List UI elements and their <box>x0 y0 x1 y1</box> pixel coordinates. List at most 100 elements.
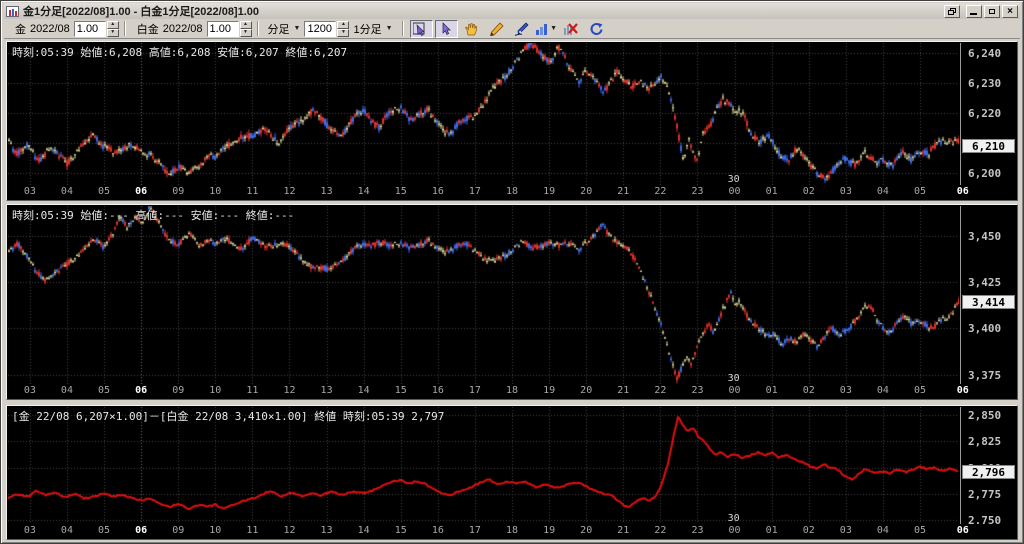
gold-price-axis: 6,2406,2306,2206,2106,2006,210 <box>960 43 1016 185</box>
x-axis-label: 16 <box>431 385 444 396</box>
platinum-price-axis: 3,450 3,425 3,400 3,375 3,414 <box>960 206 1016 384</box>
x-axis-label: 10 <box>209 385 222 396</box>
x-axis-label: 06 <box>135 186 148 197</box>
chart-area: 時刻:05:39 始値:6,208 高値:6,208 安値:6,207 終値:6… <box>4 39 1020 540</box>
chevron-down-icon: ▼ <box>385 25 393 32</box>
x-axis-label: 03 <box>23 525 36 536</box>
app-icon <box>6 5 19 17</box>
toolbar-separator <box>123 21 126 36</box>
pointer-tool-button[interactable] <box>434 19 458 38</box>
x-axis-label: 23 <box>691 186 704 197</box>
x-axis-label: 13 <box>320 385 333 396</box>
x-axis-label: 21 <box>617 385 630 396</box>
minimize-icon <box>970 12 977 15</box>
spread-chart-canvas[interactable] <box>8 407 959 524</box>
x-axis-label: 15 <box>394 525 407 536</box>
pen-draw-tool-button[interactable] <box>509 19 533 38</box>
x-axis-label: 14 <box>357 385 370 396</box>
current-price-tag: 6,210 <box>962 139 1015 154</box>
gold-ratio-down-button[interactable]: ▼ <box>106 28 119 37</box>
remove-study-button[interactable] <box>559 19 583 38</box>
platinum-candlestick-panel: 時刻:05:39 始値:--- 高値:--- 安値:--- 終値:--- 3,4… <box>6 204 1018 400</box>
refresh-button[interactable] <box>584 19 608 38</box>
x-axis-label: 04 <box>876 186 889 197</box>
x-axis-label: 19 <box>543 385 556 396</box>
refresh-icon <box>590 22 603 35</box>
gold-ratio-value[interactable]: 1.00 <box>73 20 106 37</box>
x-axis-label: 05 <box>913 186 927 197</box>
pencil-draw-tool-button[interactable] <box>484 19 508 38</box>
y-axis-label: 3,400 <box>968 322 1002 336</box>
x-axis-label: 14 <box>357 525 370 536</box>
timeframe-dropdown[interactable]: 1分足 ▼ <box>349 21 396 37</box>
x-axis-label: 16 <box>431 186 444 197</box>
platinum-ratio-down-button[interactable]: ▼ <box>239 28 252 37</box>
close-icon: × <box>1007 5 1013 17</box>
x-axis-label: 17 <box>468 525 481 536</box>
title-bar: 金1分足[2022/08]1.00 - 白金1分足[2022/08]1.00 × <box>4 3 1020 19</box>
chevron-down-icon: ▼ <box>293 25 301 32</box>
x-axis-label: 23 <box>691 525 704 536</box>
x-axis-label: 13 <box>320 525 333 536</box>
x-axis-label: 10 <box>209 186 222 197</box>
window-title: 金1分足[2022/08]1.00 - 白金1分足[2022/08]1.00 <box>23 6 260 18</box>
window-controls: × <box>944 4 1018 18</box>
x-axis-label: 15 <box>394 385 407 396</box>
x-axis-label: 17 <box>468 186 481 197</box>
x-axis-label: 12 <box>283 525 296 536</box>
x-axis-label: 18 <box>505 525 519 536</box>
x-axis-label: 20 <box>580 186 593 197</box>
x-axis-label: 19 <box>543 186 556 197</box>
restore-window-button[interactable] <box>944 4 960 18</box>
x-axis-label: 20 <box>580 525 593 536</box>
pan-hand-tool-button[interactable] <box>459 19 483 38</box>
hand-icon <box>464 22 477 35</box>
chart-pointer-tool-button[interactable] <box>409 19 433 38</box>
spread-time-axis: 03 04 05 06 09 10 11 12 13 14 15 16 17 18 19 20 21 22 23 00… <box>8 524 1016 538</box>
x-axis-label: 00 <box>728 525 741 536</box>
minimize-button[interactable] <box>966 4 982 18</box>
close-button[interactable]: × <box>1002 4 1018 18</box>
gold-ratio-spinner: 1.00 ▲ ▼ <box>73 20 119 37</box>
bars-down-button[interactable]: ▼ <box>337 28 350 37</box>
x-axis-label: 03 <box>839 186 852 197</box>
y-axis-label: 3,375 <box>968 368 1002 382</box>
x-axis-label: 05 <box>913 525 927 536</box>
bars-up-button[interactable]: ▲ <box>337 20 350 29</box>
toolbar-separator <box>401 21 404 36</box>
x-axis-label: 06 <box>956 525 969 536</box>
y-axis-label: 6,240 <box>968 47 1002 61</box>
gold-ohlc-info: 時刻:05:39 始値:6,208 高値:6,208 安値:6,207 終値:6… <box>12 46 348 59</box>
x-axis-label: 02 <box>802 186 815 197</box>
x-axis-label: 18 <box>505 186 519 197</box>
gold-chart-canvas[interactable] <box>8 43 959 185</box>
x-axis-label: 06 <box>135 525 148 536</box>
bars-count-value[interactable]: 1200 <box>304 20 337 37</box>
gold-candlestick-panel: 時刻:05:39 始値:6,208 高値:6,208 安値:6,207 終値:6… <box>6 41 1018 201</box>
current-price-tag: 3,414 <box>962 295 1015 310</box>
platinum-ratio-up-button[interactable]: ▲ <box>239 20 252 29</box>
y-axis-label: 6,200 <box>968 167 1002 181</box>
interval-dropdown[interactable]: 分足 ▼ <box>264 21 305 37</box>
chart-type-button[interactable]: ▼ <box>534 19 558 38</box>
x-axis-label: 09 <box>172 385 185 396</box>
gold-ratio-up-button[interactable]: ▲ <box>106 20 119 29</box>
x-axis-label: 04 <box>876 385 889 396</box>
y-axis-label: 3,450 <box>968 229 1002 243</box>
timeframe-label: 1分足 <box>353 23 382 36</box>
x-axis-label: 11 <box>246 385 259 396</box>
platinum-chart-canvas[interactable] <box>8 206 959 384</box>
x-axis-label: 00 <box>728 385 741 396</box>
maximize-icon <box>989 8 995 14</box>
toolbar: 金 2022/08 1.00 ▲ ▼ 白金 2022/08 1.00 ▲ ▼ 分足 … <box>4 19 1020 39</box>
chevron-down-icon: ▼ <box>550 25 557 32</box>
bar-chart-icon <box>536 23 548 35</box>
pencil-icon <box>489 21 504 36</box>
platinum-ratio-value[interactable]: 1.00 <box>206 20 239 37</box>
x-axis-label: 02 <box>802 385 815 396</box>
maximize-button[interactable] <box>984 4 1000 18</box>
x-axis-label: 17 <box>468 385 481 396</box>
date-change-label: 30 <box>727 174 740 185</box>
x-axis-label: 21 <box>617 525 630 536</box>
x-axis-label: 05 <box>98 186 111 197</box>
